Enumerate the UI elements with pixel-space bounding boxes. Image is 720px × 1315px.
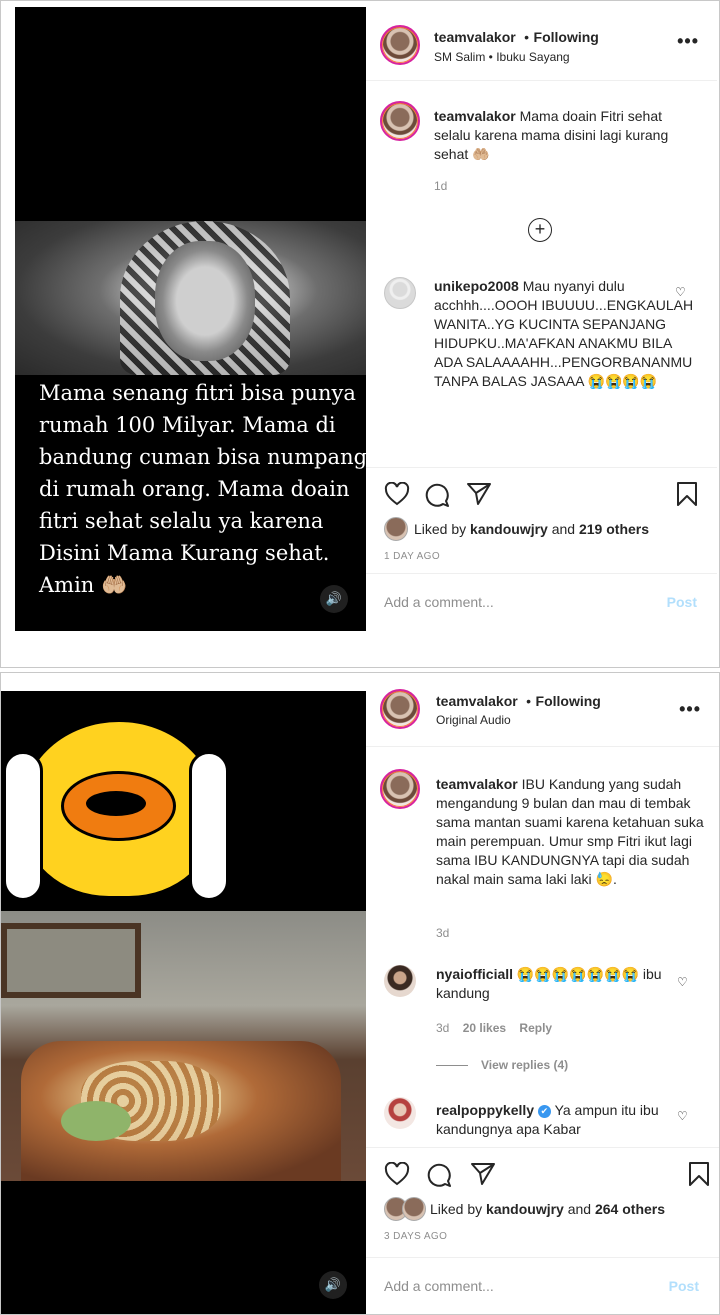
header-username[interactable]: teamvalakor bbox=[434, 29, 516, 45]
liked-by-user[interactable]: kandouwjry bbox=[470, 521, 548, 537]
caption-avatar[interactable] bbox=[380, 101, 420, 141]
comment-composer: Add a comment... Post bbox=[366, 573, 717, 633]
avatar[interactable] bbox=[380, 25, 420, 65]
tear-right-shape bbox=[189, 751, 229, 901]
separator-dot: • bbox=[526, 693, 532, 709]
post-sidebar: teamvalakor • Following Original Audio •… bbox=[366, 673, 719, 1314]
reply-button[interactable]: Reply bbox=[519, 1021, 552, 1035]
caption-avatar[interactable] bbox=[380, 769, 420, 809]
comment-meta: 3d 20 likes Reply bbox=[436, 1021, 552, 1035]
post-header: teamvalakor • Following Original Audio •… bbox=[366, 673, 719, 747]
caption-time: 3d bbox=[436, 926, 450, 940]
post-sidebar: teamvalakor • Following SM Salim • Ibuku… bbox=[366, 7, 717, 631]
video-photo-still bbox=[15, 221, 366, 375]
separator-dot: • bbox=[524, 29, 530, 45]
comment-username[interactable]: unikepo2008 bbox=[434, 278, 519, 294]
header-subline[interactable]: Original Audio bbox=[436, 713, 511, 727]
liked-by-prefix: Liked by bbox=[430, 1201, 483, 1217]
post-timestamp[interactable]: 1 DAY AGO bbox=[384, 551, 440, 562]
caption-username[interactable]: teamvalakor bbox=[434, 108, 516, 124]
liked-others[interactable]: 219 others bbox=[579, 521, 649, 537]
post-panel-2: 🔊 teamvalakor • Following Original Audio… bbox=[0, 672, 720, 1315]
duck-mouth-shape bbox=[86, 791, 146, 816]
likes-summary: Liked by kandouwjry and 219 others bbox=[414, 521, 649, 537]
face-shape bbox=[155, 241, 255, 361]
liker-avatar[interactable] bbox=[384, 517, 408, 541]
comment-bubble-icon[interactable] bbox=[424, 482, 450, 508]
comment-like-heart-icon[interactable]: ♡ bbox=[677, 1109, 689, 1123]
tear-left-shape bbox=[3, 751, 43, 901]
post-header: teamvalakor • Following SM Salim • Ibuku… bbox=[366, 7, 717, 81]
volume-icon[interactable]: 🔊 bbox=[319, 1271, 347, 1299]
comment-username[interactable]: nyaiofficiall bbox=[436, 966, 513, 982]
following-button[interactable]: Following bbox=[534, 29, 599, 45]
verified-badge-icon: ✔ bbox=[537, 1104, 551, 1118]
comment-composer: Add a comment... Post bbox=[366, 1257, 719, 1314]
post-comment-button[interactable]: Post bbox=[669, 1278, 699, 1294]
view-replies-line bbox=[436, 1065, 468, 1066]
pillow-shape bbox=[61, 1101, 131, 1141]
post-panel-1: Mama senang fitri bisa punya rumah 100 M… bbox=[0, 0, 720, 668]
post-comment-button[interactable]: Post bbox=[667, 594, 697, 610]
header-subline[interactable]: SM Salim • Ibuku Sayang bbox=[434, 50, 570, 64]
share-send-icon[interactable] bbox=[466, 482, 492, 506]
comment-likes-count[interactable]: 20 likes bbox=[463, 1021, 506, 1035]
load-more-comments-icon[interactable]: + bbox=[528, 218, 552, 242]
liked-and: and bbox=[567, 1201, 592, 1217]
liked-and: and bbox=[551, 521, 576, 537]
wall-frame-shape bbox=[1, 923, 141, 998]
comment-item: nyaiofficiall 😭😭😭😭😭😭😭 ibu kandung bbox=[436, 965, 704, 1003]
liked-by-user[interactable]: kandouwjry bbox=[486, 1201, 564, 1217]
like-heart-icon[interactable] bbox=[384, 482, 410, 506]
caption-text: IBU Kandung yang sudah mengandung 9 bula… bbox=[436, 776, 704, 887]
likes-summary: Liked by kandouwjry and 264 others bbox=[430, 1201, 665, 1217]
comment-time: 3d bbox=[436, 1021, 450, 1035]
comment-like-heart-icon[interactable]: ♡ bbox=[675, 285, 687, 299]
post-timestamp[interactable]: 3 DAYS AGO bbox=[384, 1231, 447, 1242]
more-options-icon[interactable]: ••• bbox=[677, 31, 699, 52]
more-options-icon[interactable]: ••• bbox=[679, 699, 701, 720]
liked-by-prefix: Liked by bbox=[414, 521, 467, 537]
save-bookmark-icon[interactable] bbox=[688, 1161, 710, 1187]
comment-username[interactable]: realpoppykelly bbox=[436, 1102, 534, 1118]
comment-item: realpoppykelly ✔ Ya ampun itu ibu kandun… bbox=[436, 1101, 704, 1139]
action-bar: Liked by kandouwjry and 264 others 3 DAY… bbox=[366, 1147, 719, 1257]
post-media-video[interactable]: 🔊 bbox=[1, 691, 366, 1314]
caption-username[interactable]: teamvalakor bbox=[436, 776, 518, 792]
comment-text: Mau nyanyi dulu acchhh....OOOH IBUUUU...… bbox=[434, 278, 694, 389]
comment-avatar[interactable] bbox=[384, 277, 416, 309]
video-overlay-text: Mama senang fitri bisa punya rumah 100 M… bbox=[39, 381, 366, 597]
comment-item: unikepo2008 Mau nyanyi dulu acchhh....OO… bbox=[434, 277, 702, 391]
add-comment-input[interactable]: Add a comment... bbox=[384, 1278, 494, 1294]
comment-like-heart-icon[interactable]: ♡ bbox=[677, 975, 689, 989]
like-heart-icon[interactable] bbox=[384, 1162, 410, 1186]
liker-avatar[interactable] bbox=[402, 1197, 426, 1221]
share-send-icon[interactable] bbox=[470, 1162, 496, 1186]
view-replies-button[interactable]: View replies (4) bbox=[481, 1058, 568, 1072]
save-bookmark-icon[interactable] bbox=[676, 481, 698, 507]
following-button[interactable]: Following bbox=[536, 693, 601, 709]
header-username[interactable]: teamvalakor bbox=[436, 693, 518, 709]
comment-avatar[interactable] bbox=[384, 1097, 416, 1129]
liked-others[interactable]: 264 others bbox=[595, 1201, 665, 1217]
add-comment-input[interactable]: Add a comment... bbox=[384, 594, 494, 610]
caption-time: 1d bbox=[434, 179, 448, 193]
comment-bubble-icon[interactable] bbox=[426, 1162, 452, 1188]
action-bar: Liked by kandouwjry and 219 others 1 DAY… bbox=[366, 467, 717, 577]
avatar[interactable] bbox=[380, 689, 420, 729]
video-photo-still bbox=[1, 911, 366, 1181]
header-line: teamvalakor • Following bbox=[434, 29, 599, 47]
volume-icon[interactable]: 🔊 bbox=[320, 585, 348, 613]
crying-duck-sticker bbox=[1, 691, 236, 906]
caption: teamvalakor Mama doain Fitri sehat selal… bbox=[434, 107, 702, 164]
post-media-video[interactable]: Mama senang fitri bisa punya rumah 100 M… bbox=[15, 7, 366, 631]
caption: teamvalakor IBU Kandung yang sudah menga… bbox=[436, 775, 706, 889]
comment-avatar[interactable] bbox=[384, 965, 416, 997]
header-line: teamvalakor • Following bbox=[436, 693, 601, 711]
